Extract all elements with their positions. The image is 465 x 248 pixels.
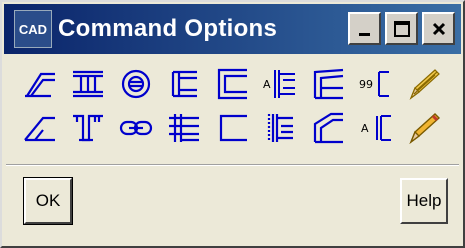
pencil-button[interactable] [400,106,448,150]
ok-button[interactable]: OK [23,177,73,225]
channel-section-button[interactable] [64,106,112,150]
maximize-icon [393,20,410,37]
window-controls [348,12,455,45]
angled-parallel-lines-button[interactable] [16,62,64,106]
link-chain-icon [119,120,153,136]
title-bar[interactable]: CAD Command Options [4,4,461,54]
angled-corner-button[interactable] [304,106,352,150]
link-chain-button[interactable] [112,106,160,150]
command-options-window: CAD Command Options A 99 A OK Help [0,0,465,248]
numbered-dimension-button[interactable]: 99 [352,62,400,106]
column-section-icon [73,70,103,98]
labeled-dimension-A-icon: A [263,70,295,98]
labeled-dimension-a-button[interactable]: A [256,62,304,106]
help-button[interactable]: Help [400,178,448,224]
angled-corner-icon [313,112,343,144]
separator [6,164,459,166]
window-title: Command Options [58,15,278,42]
minimize-button[interactable] [348,12,381,45]
toolbar-row-2: A [16,106,452,150]
center-parallel-lines-button[interactable] [160,106,208,150]
toolbar-row-1: A 99 [16,62,452,106]
parallel-lines-icon [171,70,197,98]
minimize-icon [358,32,370,36]
center-parallel-lines-icon [169,114,199,142]
corner-bracket-icon [219,114,247,142]
offset-rectangle-icon [217,68,247,100]
pencil-striped-icon [409,69,440,100]
command-toolbar: A 99 A [16,62,452,150]
corner-lines-button[interactable] [304,62,352,106]
pencil-icon [409,113,441,145]
double-bracket-button[interactable] [256,106,304,150]
labeled-bracket-A-icon: A [361,115,391,141]
maximize-button[interactable] [385,12,418,45]
double-bracket-icon [267,114,293,142]
numbered-dimension-icon: 99 [359,71,389,97]
parallel-lines-button[interactable] [160,62,208,106]
corner-bracket-button[interactable] [208,106,256,150]
close-button[interactable] [422,12,455,45]
close-icon [432,22,445,35]
channel-section-icon [73,114,103,142]
circle-pipe-icon [121,69,151,99]
cad-app-icon: CAD [14,10,52,48]
pencil-striped-button[interactable] [400,62,448,106]
column-section-button[interactable] [64,62,112,106]
angled-parallel-lines-icon [25,72,55,98]
svg-text:A: A [361,122,369,135]
angled-offset-button[interactable] [16,106,64,150]
corner-lines-icon [313,68,344,100]
svg-text:99: 99 [359,78,373,91]
angled-offset-icon [24,116,55,142]
labeled-bracket-a-button[interactable]: A [352,106,400,150]
offset-rectangle-button[interactable] [208,62,256,106]
svg-text:A: A [263,78,271,91]
circle-pipe-button[interactable] [112,62,160,106]
